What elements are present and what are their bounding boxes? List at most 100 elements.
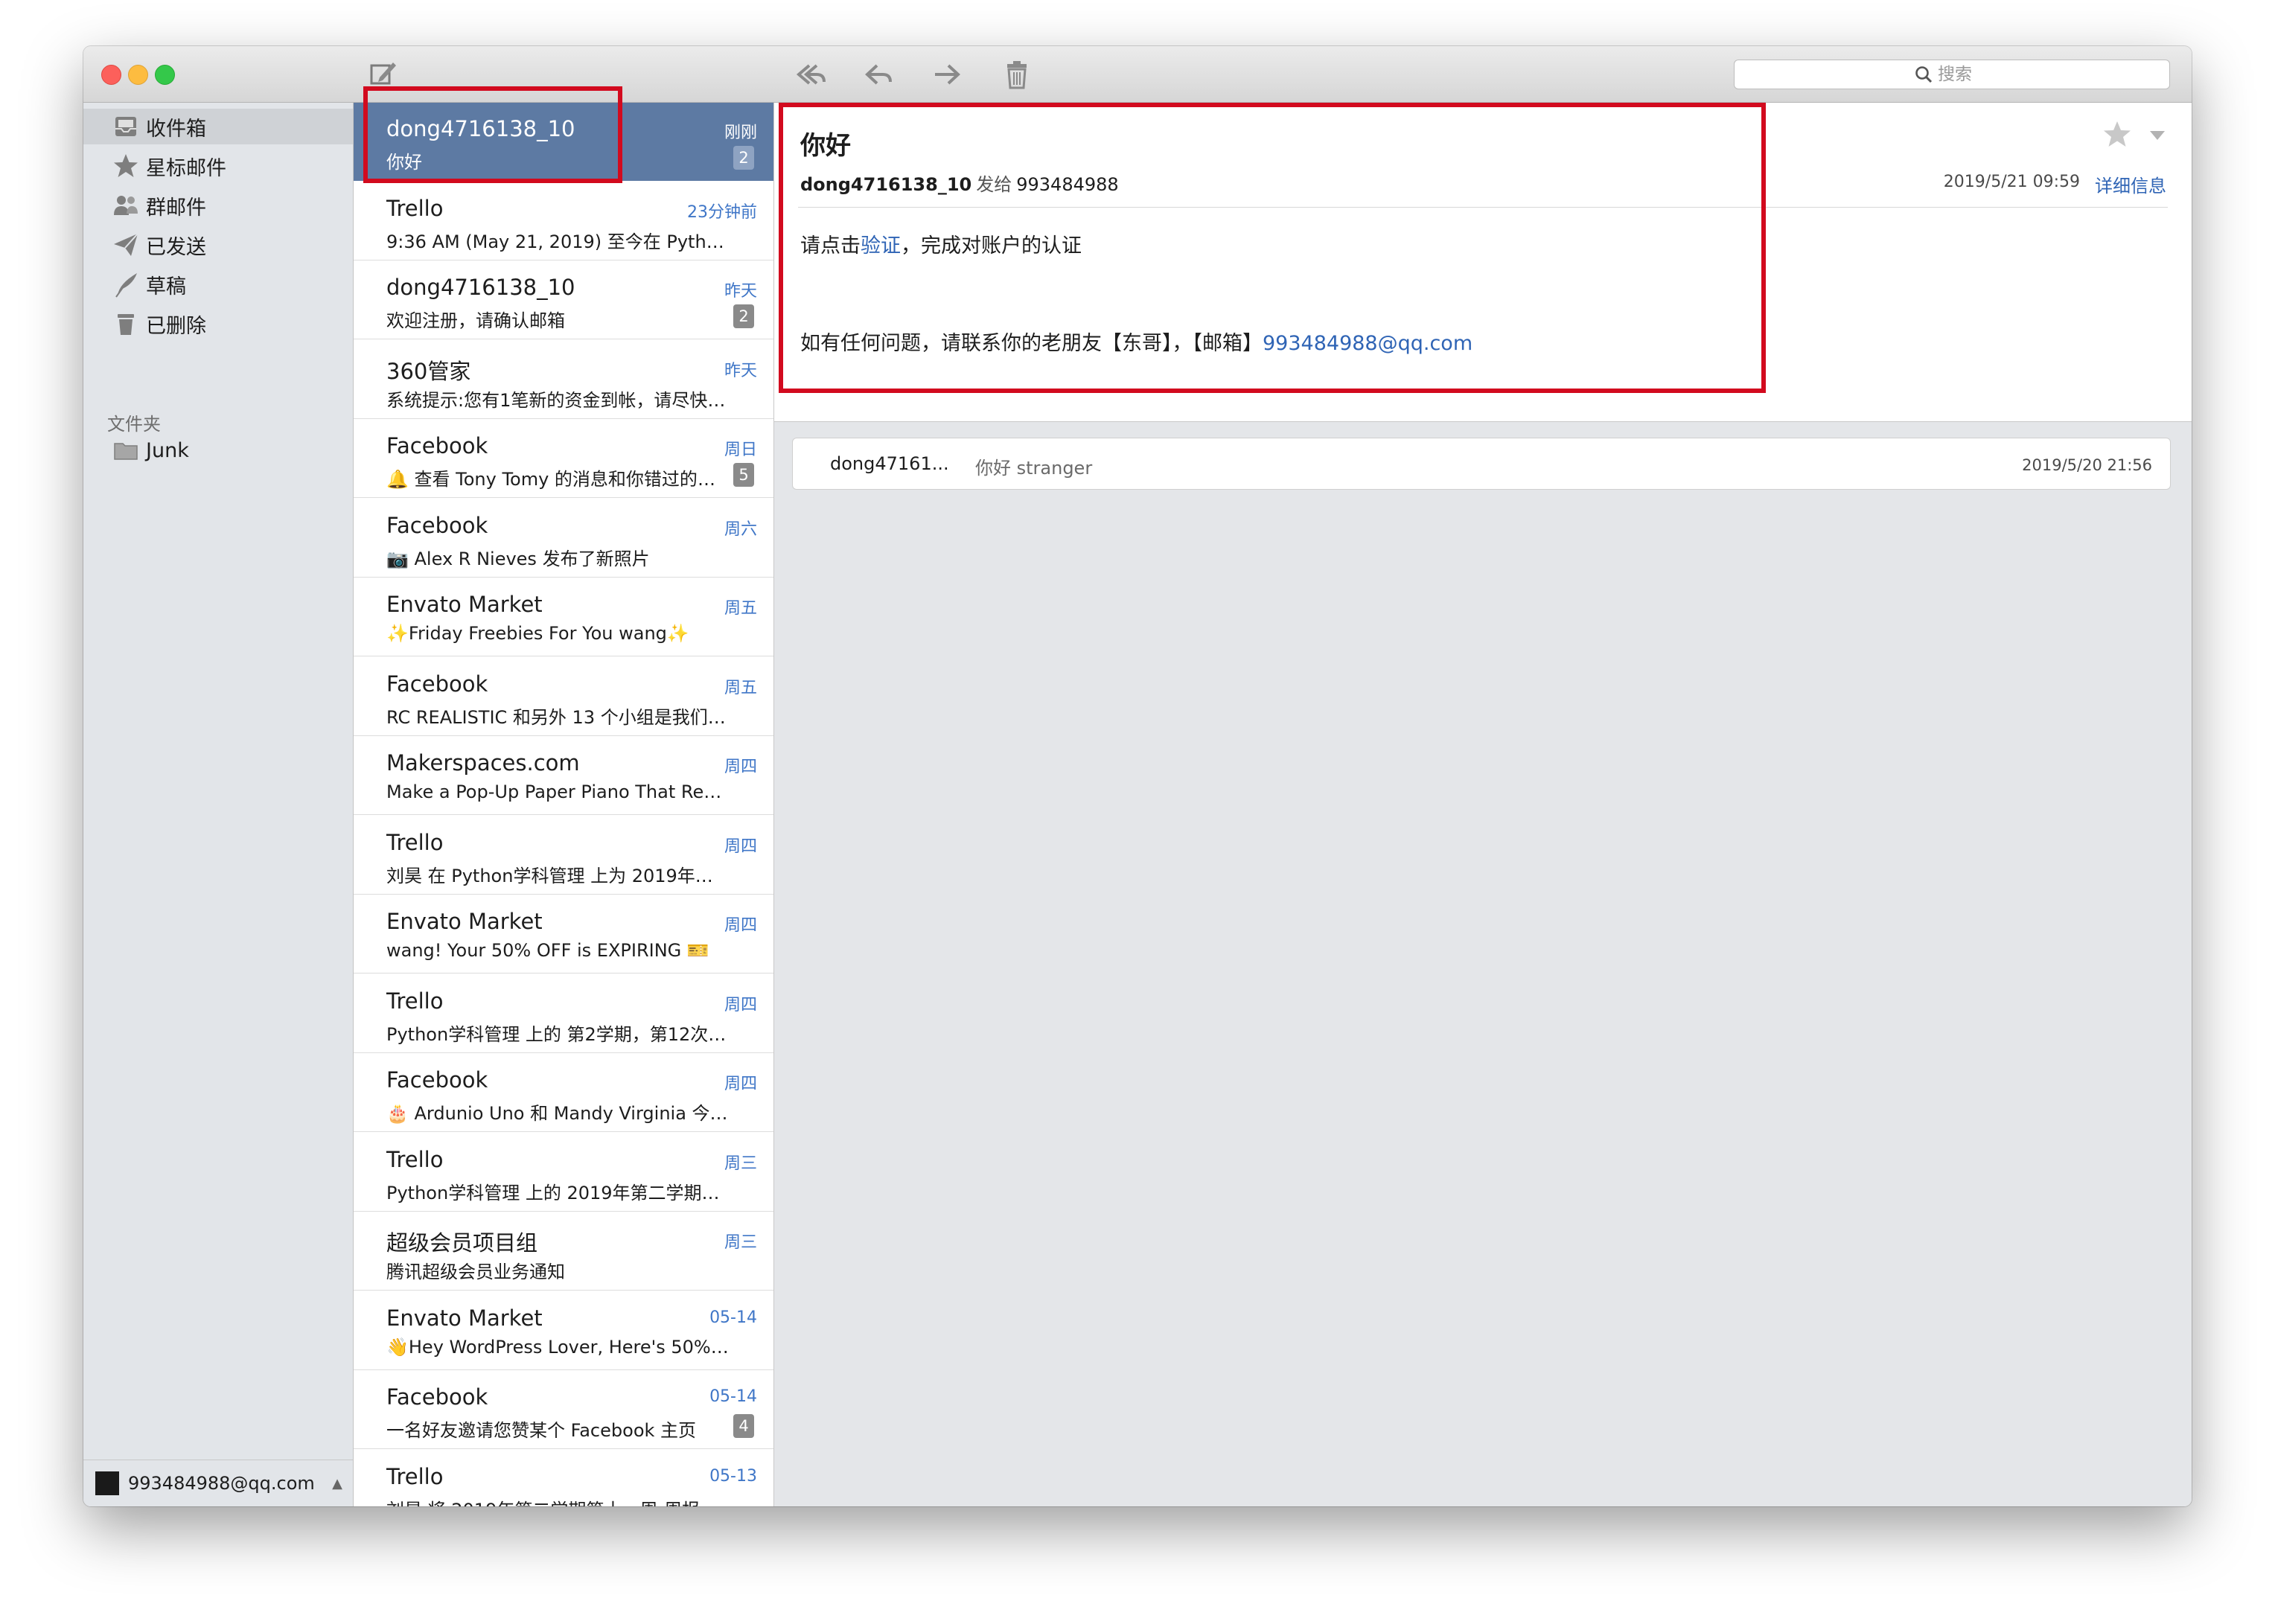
message-subject: ✨Friday Freebies For You wang✨ bbox=[386, 623, 689, 644]
compose-icon[interactable] bbox=[366, 58, 399, 91]
message-time: 昨天 bbox=[724, 282, 757, 301]
message-sender: 360管家 bbox=[386, 358, 471, 384]
list-item[interactable]: Trello 周三 Python学科管理 上的 2019年第二学期第十一周周报 bbox=[354, 1134, 773, 1212]
message-subject: 🔔 查看 Tony Tomy 的消息和你错过的通知 bbox=[386, 469, 729, 490]
message-subject: RC REALISTIC 和另外 13 个小组是我们给你推荐的小组 bbox=[386, 706, 729, 728]
forward-icon[interactable] bbox=[931, 58, 963, 91]
reply-all-icon[interactable] bbox=[794, 58, 827, 91]
sidebar-folder-junk[interactable]: Junk bbox=[83, 432, 353, 468]
trash-icon bbox=[112, 310, 140, 338]
divider bbox=[798, 207, 2168, 208]
list-item[interactable]: Facebook 05-14 一名好友邀请您赞某个 Facebook 主页 4 bbox=[354, 1371, 773, 1449]
message-time: 周日 bbox=[724, 441, 757, 459]
list-item[interactable]: Trello 周四刘昊 在 Python学科管理 上为 2019年第二学期添加了卡… bbox=[354, 816, 773, 895]
sidebar-item-deleted[interactable]: 已删除 bbox=[83, 306, 353, 342]
list-item[interactable]: dong4716138_10 昨天欢迎注册，请确认邮箱 2 bbox=[354, 261, 773, 339]
message-time: 周四 bbox=[724, 1075, 757, 1093]
list-item[interactable]: Trello 周四 Python学科管理 上的 第2学期，第12次周报 bbox=[354, 975, 773, 1053]
thread-snippet: 你好 stranger bbox=[975, 458, 1093, 479]
message-time: 周四 bbox=[724, 758, 757, 776]
sidebar-item-label: 草稿 bbox=[146, 275, 186, 298]
list-item[interactable]: Trello 23分钟前 9:36 AM (May 21, 2019) 至今在 Py… bbox=[354, 182, 773, 260]
list-item[interactable]: Trello 05-13 刘昊 将 2019年第二学期第十一周-周报 卡片移至 bbox=[354, 1451, 773, 1507]
chevron-down-icon[interactable] bbox=[2148, 128, 2166, 143]
message-recipient: 993484988 bbox=[1016, 174, 1119, 195]
message-time: 周六 bbox=[724, 520, 757, 539]
reply-icon[interactable] bbox=[862, 58, 895, 91]
message-subject: Python学科管理 上的 2019年第二学期第十一周周报 bbox=[386, 1182, 729, 1203]
search-icon bbox=[1915, 66, 1933, 83]
list-item[interactable]: Facebook 周日 🔔 查看 Tony Tomy 的消息和你错过的通知 5 bbox=[354, 420, 773, 498]
message-time: 昨天 bbox=[724, 361, 757, 380]
message-subject: 一名好友邀请您赞某个 Facebook 主页 bbox=[386, 1420, 697, 1441]
thread-count-badge: 5 bbox=[733, 463, 754, 487]
message-time: 05-14 bbox=[709, 1387, 757, 1406]
chevron-updown-icon: ▲ bbox=[332, 1475, 342, 1492]
message-subject: 欢迎注册，请确认邮箱 bbox=[386, 310, 565, 331]
list-item[interactable]: Facebook 周五 RC REALISTIC 和另外 13 个小组是我们给你推荐… bbox=[354, 658, 773, 736]
message-time: 周四 bbox=[724, 916, 757, 935]
sidebar-item-label: 群邮件 bbox=[146, 196, 206, 220]
minimize-window-button[interactable] bbox=[128, 65, 148, 85]
sidebar-item-starred[interactable]: 星标邮件 bbox=[83, 148, 353, 184]
sidebar-item-inbox[interactable]: 收件箱 bbox=[83, 109, 353, 144]
message-list[interactable]: dong4716138_10 刚刚 你好 2 Trello 23分钟前 9:36 AM (M… bbox=[354, 103, 774, 1506]
search-input[interactable] bbox=[1938, 65, 1990, 84]
sidebar-item-drafts[interactable]: 草稿 bbox=[83, 266, 353, 302]
sidebar-item-group-mail[interactable]: 群邮件 bbox=[83, 188, 353, 223]
list-item[interactable]: Makerspaces.com 周四 Make a Pop-Up Paper Pia… bbox=[354, 737, 773, 815]
message-sender: Trello bbox=[386, 988, 444, 1014]
message-time: 周三 bbox=[724, 1154, 757, 1173]
message-sender: Envato Market bbox=[386, 909, 543, 934]
list-item[interactable]: Envato Market 05-14 👋Hey WordPress Lover, … bbox=[354, 1292, 773, 1370]
list-item[interactable]: 360管家 昨天系统提示:您有1笔新的资金到帐，请尽快处理 bbox=[354, 341, 773, 419]
thread-count-badge: 2 bbox=[733, 304, 754, 328]
message-sender: Facebook bbox=[386, 512, 488, 538]
sent-icon bbox=[112, 231, 140, 259]
sidebar-item-sent[interactable]: 已发送 bbox=[83, 227, 353, 263]
message-sender: Trello bbox=[386, 195, 444, 221]
toolbar bbox=[83, 46, 2192, 103]
message-sender: dong4716138_10 bbox=[386, 275, 575, 300]
account-switcher[interactable]: 993484988@qq.com ▲ bbox=[83, 1460, 353, 1506]
sidebar: 收件箱 星标邮件 群邮件 已发送 草稿 已删除 文件夹 Junk 9934849… bbox=[83, 103, 354, 1506]
verify-link[interactable]: 验证 bbox=[861, 234, 901, 258]
email-link[interactable]: 993484988@qq.com bbox=[1263, 332, 1472, 355]
message-sender: Makerspaces.com bbox=[386, 750, 580, 776]
list-item[interactable]: Facebook 周六 📷 Alex R Nieves 发布了新照片 bbox=[354, 499, 773, 578]
sidebar-item-label: Junk bbox=[146, 438, 189, 462]
list-item[interactable]: 超级会员项目组 周三腾讯超级会员业务通知 bbox=[354, 1212, 773, 1291]
message-sender: Envato Market bbox=[386, 1305, 543, 1331]
message-subject: 👋Hey WordPress Lover, Here's 50% OFF for… bbox=[386, 1336, 729, 1358]
message-subject: 你好 bbox=[386, 152, 422, 173]
message-sender: 超级会员项目组 bbox=[386, 1230, 538, 1256]
star-icon bbox=[112, 152, 140, 180]
message-sender: Facebook bbox=[386, 433, 488, 458]
list-item[interactable]: dong4716138_10 刚刚 你好 2 bbox=[354, 103, 773, 181]
details-link[interactable]: 详细信息 bbox=[2095, 171, 2166, 197]
search-field[interactable] bbox=[1734, 60, 2170, 89]
folders-section-heading: 文件夹 bbox=[107, 414, 161, 435]
sidebar-item-label: 已发送 bbox=[146, 235, 206, 259]
message-time: 23分钟前 bbox=[687, 202, 757, 222]
list-item[interactable]: Envato Market 周五 ✨Friday Freebies For You … bbox=[354, 578, 773, 656]
message-sender: Facebook bbox=[386, 671, 488, 697]
message-time: 周五 bbox=[724, 678, 757, 697]
list-item[interactable]: Facebook 周四 🎂 Ardunio Uno 和 Mandy Virginia… bbox=[354, 1054, 773, 1132]
message-subject: 腾讯超级会员业务通知 bbox=[386, 1262, 565, 1282]
message-subject: 📷 Alex R Nieves 发布了新照片 bbox=[386, 548, 650, 569]
message-subject: 系统提示:您有1笔新的资金到帐，请尽快处理 bbox=[386, 389, 729, 411]
message-subject: 你好 bbox=[800, 131, 851, 161]
sidebar-item-label: 已删除 bbox=[146, 314, 206, 338]
message-sender-line: dong4716138_10 发给 993484988 bbox=[800, 170, 1119, 196]
thread-message-collapsed[interactable]: dong47161... 你好 stranger 2019/5/20 21:56 bbox=[792, 438, 2171, 490]
trash-icon[interactable] bbox=[1001, 58, 1033, 91]
close-window-button[interactable] bbox=[101, 65, 121, 85]
mail-window: 收件箱 星标邮件 群邮件 已发送 草稿 已删除 文件夹 Junk bbox=[83, 46, 2192, 1506]
zoom-window-button[interactable] bbox=[155, 65, 175, 85]
message-subject: Python学科管理 上的 第2学期，第12次周报 bbox=[386, 1023, 729, 1045]
message-time: 周三 bbox=[724, 1233, 757, 1252]
star-icon[interactable] bbox=[2102, 119, 2132, 149]
list-item[interactable]: Envato Market 周四 wang! Your 50% OFF is EXP… bbox=[354, 895, 773, 974]
thread-date: 2019/5/20 21:56 bbox=[2022, 456, 2152, 474]
